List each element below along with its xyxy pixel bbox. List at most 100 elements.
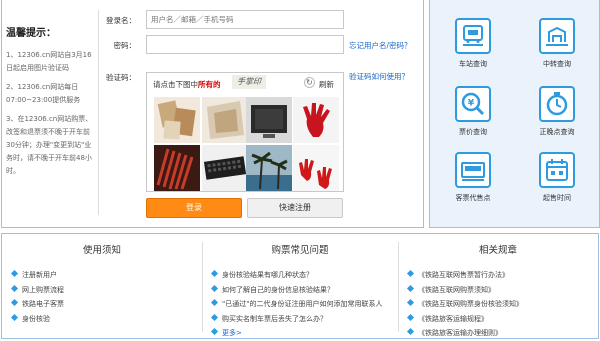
service-delay-query[interactable]: 正晚点查询 — [522, 86, 592, 137]
notice-list: 注册新用户 网上购票流程 铁路电子客票 身份核验 — [10, 268, 64, 327]
rules-link-text: 《铁路互联网售票暂行办法》 — [418, 271, 509, 279]
rules-column: 相关规章 《铁路互联网售票暂行办法》 《铁路互联网购票须知》 《铁路互联网购票身… — [398, 234, 598, 338]
bullet-icon — [10, 269, 19, 278]
rules-title: 相关规章 — [478, 245, 517, 256]
faq-title: 购票常见问题 — [271, 245, 329, 256]
bullet-icon — [210, 284, 219, 292]
bullet-icon — [406, 313, 415, 321]
notice-title: 使用须知 — [82, 245, 121, 256]
captcha-help-link[interactable]: 验证码如何使用？ — [349, 71, 409, 82]
bullet-icon — [406, 298, 415, 307]
rules-link-text: 《铁路旅客运输规程》 — [418, 314, 488, 323]
bullet-icon — [406, 327, 415, 336]
tip-item: 3、在12306.cn网站购票、改签和退票须不晚于开车前30分钟；办理"变更到站… — [6, 115, 93, 175]
services-panel: 车站查询 中转查询 ¥ 票价查询 正晚点查询 客票代售点 起售时间 — [429, 0, 600, 228]
captcha-refresh-button[interactable]: 刷新 — [319, 79, 334, 90]
service-sale-time[interactable]: 起售时间 — [522, 152, 592, 203]
service-label: 起售时间 — [543, 194, 571, 202]
notice-link[interactable]: 身份核验 — [10, 312, 64, 327]
tips-title: 温馨提示： — [6, 28, 56, 39]
notice-link-text: 注册新用户 — [22, 271, 57, 279]
service-sale-agent[interactable]: 客票代售点 — [438, 152, 508, 203]
refresh-icon[interactable]: ↻ — [304, 77, 315, 88]
info-section: 使用须知 注册新用户 网上购票流程 铁路电子客票 身份核验 购票常见问题 身份核… — [1, 233, 599, 339]
tip-item: 2、12306.cn网站每日07:00~23:00提供服务 — [6, 83, 81, 104]
register-button[interactable]: 快速注册 — [247, 198, 343, 218]
rules-link-text: 《铁路旅客运输办理细则》 — [418, 329, 502, 337]
username-input[interactable] — [146, 10, 344, 29]
sale-agent-icon — [455, 152, 491, 188]
station-icon — [455, 18, 491, 54]
bullet-icon — [210, 298, 219, 307]
captcha-bar: 请点击下图中所有的 手掌印 ↻ 刷新 — [147, 73, 343, 93]
service-label: 正晚点查询 — [539, 128, 575, 136]
bullet-icon — [10, 298, 19, 307]
divider — [98, 10, 99, 215]
captcha-image-papers[interactable] — [154, 97, 200, 143]
faq-link-text: 身份核验结果有哪几种状态？ — [222, 271, 313, 279]
bullet-icon — [406, 284, 415, 292]
forgot-password-link[interactable]: 忘记用户名/密码？ — [349, 40, 412, 51]
username-label: 登录名： — [106, 16, 136, 25]
captcha-prompt-text: 请点击下图中 — [153, 80, 198, 89]
notice-link-text: 身份核验 — [22, 314, 50, 323]
faq-more-link[interactable]: 更多> — [210, 326, 382, 341]
service-label: 票价查询 — [459, 128, 487, 136]
notice-link-text: 铁路电子客票 — [22, 300, 64, 308]
tips-panel: 温馨提示： 1、12306.cn网站自3月16日起启用图片验证码 2、12306… — [6, 24, 94, 184]
login-button[interactable]: 登录 — [146, 198, 242, 218]
rules-link-text: 《铁路互联网购票须知》 — [418, 285, 495, 294]
rules-link[interactable]: 《铁路旅客运输办理细则》 — [406, 326, 523, 341]
svg-text:¥: ¥ — [468, 99, 475, 109]
bullet-icon — [210, 327, 219, 336]
notice-link[interactable]: 网上购票流程 — [10, 283, 64, 298]
service-label: 客票代售点 — [455, 194, 491, 202]
notice-column: 使用须知 注册新用户 网上购票流程 铁路电子客票 身份核验 — [2, 234, 202, 338]
bullet-icon — [210, 313, 219, 321]
faq-link-text: 如何了解自己的身份信息核验结果？ — [222, 285, 334, 294]
rules-link[interactable]: 《铁路旅客运输规程》 — [406, 312, 523, 327]
rules-link-text: 《铁路互联网购票身份核验须知》 — [418, 300, 523, 308]
faq-list: 身份核验结果有哪几种状态？ 如何了解自己的身份信息核验结果？ "已通过"的二代身… — [210, 268, 383, 341]
captcha-image-keyboard[interactable] — [202, 145, 248, 191]
bullet-icon — [10, 313, 19, 321]
faq-link[interactable]: "已通过"的二代身份证注册用户如何添加常用联系人 — [210, 297, 383, 312]
captcha-image-handprint[interactable] — [293, 97, 339, 143]
rules-link[interactable]: 《铁路互联网售票暂行办法》 — [406, 268, 523, 283]
faq-link[interactable]: 购买实名制车票后丢失了怎么办？ — [210, 312, 382, 327]
captcha-target-word: 手掌印 — [232, 75, 266, 89]
rules-list: 《铁路互联网售票暂行办法》 《铁路互联网购票须知》 《铁路互联网购票身份核验须知… — [406, 268, 523, 341]
service-label: 中转查询 — [543, 60, 571, 68]
captcha-box: 请点击下图中所有的 手掌印 ↻ 刷新 — [146, 72, 344, 192]
service-ticket-price[interactable]: ¥ 票价查询 — [438, 86, 508, 137]
faq-link[interactable]: 身份核验结果有哪几种状态？ — [210, 268, 382, 283]
password-input[interactable] — [146, 35, 344, 54]
notice-link[interactable]: 铁路电子客票 — [10, 297, 64, 312]
bullet-icon — [406, 269, 415, 278]
rules-link[interactable]: 《铁路互联网购票须知》 — [406, 283, 523, 298]
faq-link-text: "已通过"的二代身份证注册用户如何添加常用联系人 — [222, 300, 383, 308]
tip-item: 1、12306.cn网站自3月16日起启用图片验证码 — [6, 51, 92, 72]
faq-link[interactable]: 如何了解自己的身份信息核验结果？ — [210, 283, 382, 298]
notice-link[interactable]: 注册新用户 — [10, 268, 64, 283]
faq-link-text: 购买实名制车票后丢失了怎么办？ — [222, 314, 327, 323]
rules-link[interactable]: 《铁路互联网购票身份核验须知》 — [406, 297, 523, 312]
captcha-image-handprints[interactable] — [293, 145, 339, 191]
ticket-price-icon: ¥ — [455, 86, 491, 122]
sale-time-icon — [539, 152, 575, 188]
service-station-query[interactable]: 车站查询 — [438, 18, 508, 69]
captcha-prompt-emphasis: 所有的 — [198, 80, 221, 89]
captcha-label: 验证码： — [106, 73, 136, 82]
transfer-icon — [539, 18, 575, 54]
notice-link-text: 网上购票流程 — [22, 285, 64, 294]
captcha-image-tv[interactable] — [246, 97, 292, 143]
bullet-icon — [10, 284, 19, 292]
captcha-image-palm-trees[interactable] — [246, 145, 292, 191]
captcha-image-cloth[interactable] — [202, 97, 248, 143]
faq-more-text: 更多> — [222, 329, 242, 337]
clock-icon — [539, 86, 575, 122]
service-transfer-query[interactable]: 中转查询 — [522, 18, 592, 69]
faq-column: 购票常见问题 身份核验结果有哪几种状态？ 如何了解自己的身份信息核验结果？ "已… — [202, 234, 398, 338]
captcha-image-red-lines[interactable] — [154, 145, 200, 191]
service-label: 车站查询 — [459, 60, 487, 68]
